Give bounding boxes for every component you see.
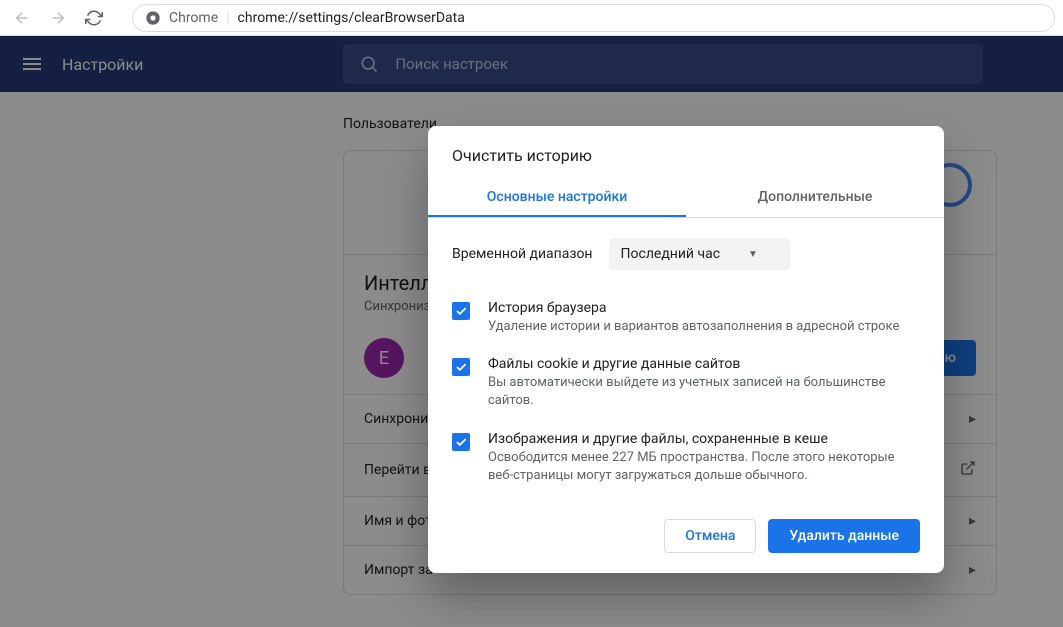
time-range-label: Временной диапазон [452, 246, 593, 262]
check-row-1: Файлы cookie и другие данные сайтов Вы а… [452, 346, 920, 420]
check-sub: Удаление истории и вариантов автозаполне… [488, 318, 920, 336]
dialog-title: Очистить историю [452, 146, 920, 165]
check-title: Изображения и другие файлы, сохраненные … [488, 431, 920, 447]
forward-button[interactable] [44, 4, 72, 32]
check-title: Файлы cookie и другие данные сайтов [488, 356, 920, 372]
check-sub: Вы автоматически выйдете из учетных запи… [488, 374, 920, 410]
address-bar[interactable]: Chrome | chrome://settings/clearBrowserD… [132, 4, 1055, 32]
url-text: chrome://settings/clearBrowserData [238, 10, 465, 26]
chrome-icon [145, 10, 161, 26]
checkbox[interactable] [452, 358, 470, 376]
clear-data-dialog: Очистить историю Основные настройки Допо… [428, 126, 944, 573]
tab-advanced[interactable]: Дополнительные [686, 179, 944, 217]
chevron-down-icon: ▼ [748, 249, 758, 260]
back-button[interactable] [8, 4, 36, 32]
time-range-select[interactable]: Последний час ▼ [609, 238, 790, 270]
reload-button[interactable] [80, 4, 108, 32]
dialog-tabs: Основные настройки Дополнительные [428, 179, 944, 218]
check-row-0: История браузера Удаление истории и вари… [452, 290, 920, 346]
checkbox[interactable] [452, 302, 470, 320]
checkbox[interactable] [452, 433, 470, 451]
cancel-button[interactable]: Отмена [664, 519, 756, 553]
time-range-row: Временной диапазон Последний час ▼ [452, 218, 920, 290]
check-title: История браузера [488, 300, 920, 316]
browser-toolbar: Chrome | chrome://settings/clearBrowserD… [0, 0, 1063, 36]
check-sub: Освободится менее 227 МБ пространства. П… [488, 449, 920, 485]
dialog-actions: Отмена Удалить данные [452, 495, 920, 553]
check-row-2: Изображения и другие файлы, сохраненные … [452, 421, 920, 495]
confirm-button[interactable]: Удалить данные [768, 519, 920, 553]
url-scheme: Chrome [169, 10, 218, 26]
tab-basic[interactable]: Основные настройки [428, 179, 686, 217]
